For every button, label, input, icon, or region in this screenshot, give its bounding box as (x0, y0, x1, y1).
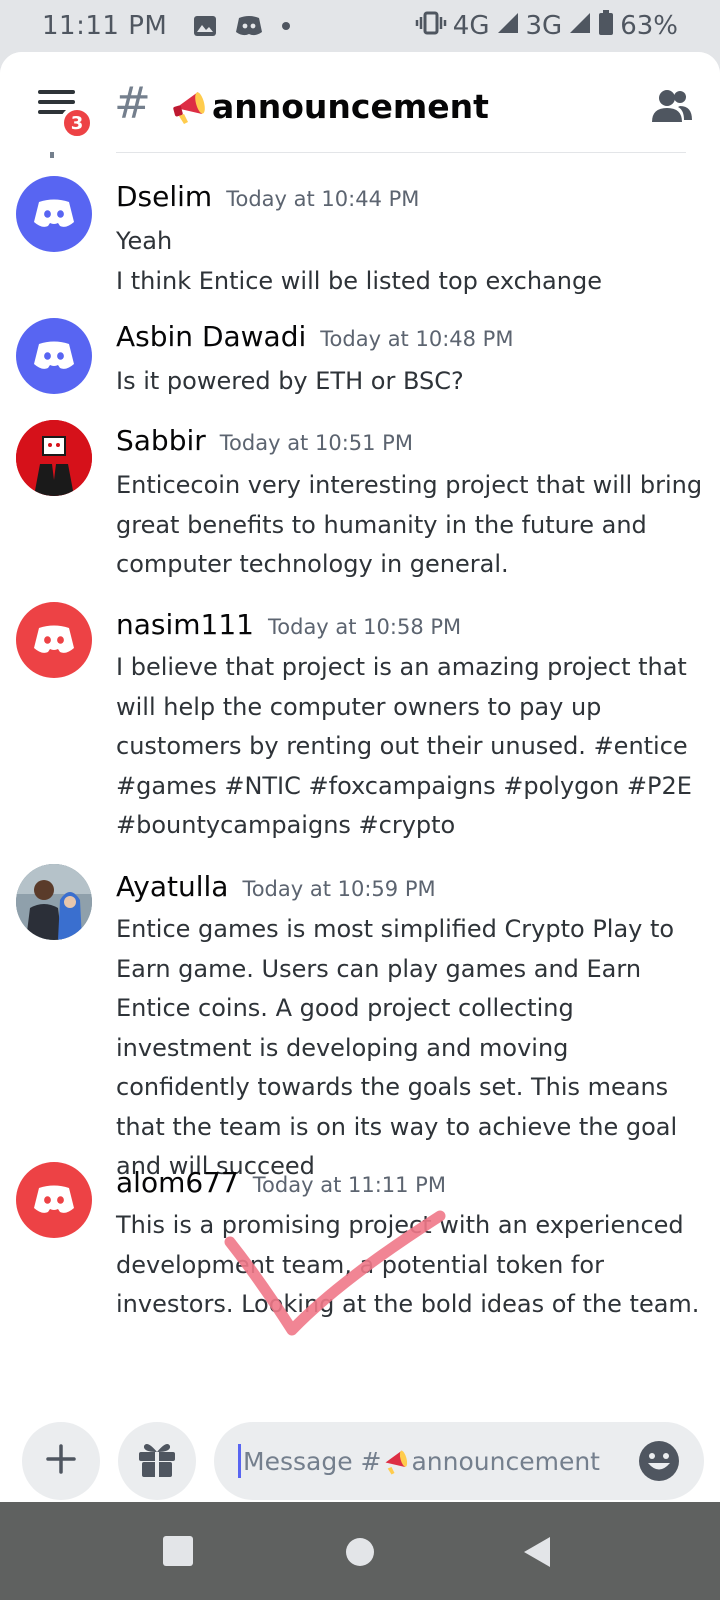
timestamp: Today at 11:11 PM (252, 1173, 446, 1197)
gift-button[interactable] (118, 1422, 196, 1500)
username[interactable]: nasim111 (116, 608, 254, 641)
message-input[interactable]: Message # announcement (214, 1422, 704, 1500)
timestamp: Today at 10:58 PM (268, 615, 462, 639)
discord-icon (34, 625, 74, 653)
placeholder-prefix: Message # (243, 1446, 382, 1476)
message-composer: Message # announcement (0, 1380, 720, 1502)
status-time: 11:11 PM (42, 11, 168, 41)
message-body: I believe that project is an amazing pro… (116, 648, 706, 846)
channel-hash-icon: # (114, 78, 151, 129)
smiley-icon (636, 1441, 682, 1488)
menu-button[interactable]: 3 (38, 90, 94, 140)
image-icon (193, 14, 217, 38)
battery-percent: 63% (620, 11, 678, 41)
message-header: alom677 Today at 11:11 PM (116, 1166, 446, 1199)
message-header: Asbin Dawadi Today at 10:48 PM (116, 320, 513, 353)
network-4g-label: 4G (452, 11, 490, 41)
status-bar: 11:11 PM 4G 3G 63% (0, 0, 720, 52)
message-header: nasim111 Today at 10:58 PM (116, 608, 461, 641)
add-attachment-button[interactable] (22, 1422, 100, 1500)
members-button[interactable] (650, 88, 694, 124)
signal-4g-icon (496, 11, 520, 42)
avatar[interactable] (16, 420, 92, 496)
megaphone-icon (381, 1446, 411, 1476)
chat-panel: 3 # announcement Dselim Today at 10:44 P… (0, 52, 720, 1502)
avatar[interactable] (16, 176, 92, 252)
discord-notification-icon (235, 14, 263, 38)
message-body: Enticecoin very interesting project that… (116, 466, 706, 585)
notification-badge: 3 (60, 106, 94, 140)
message-line: I think Entice will be listed top exchan… (116, 266, 602, 295)
dot-icon (281, 21, 291, 31)
status-right: 4G 3G 63% (415, 9, 678, 43)
network-3g-label: 3G (525, 11, 563, 41)
recents-button[interactable] (162, 1535, 196, 1569)
battery-icon (598, 9, 614, 43)
message-line: I believe that project is an amazing pro… (116, 653, 692, 839)
plus-icon (46, 1444, 76, 1478)
vibrate-icon (415, 11, 447, 42)
discord-icon (34, 199, 74, 227)
message-body: Is it powered by ETH or BSC? (116, 362, 706, 402)
timestamp: Today at 10:44 PM (226, 187, 420, 211)
username[interactable]: Asbin Dawadi (116, 320, 306, 353)
message-header: Ayatulla Today at 10:59 PM (116, 870, 436, 903)
circle-icon (346, 1538, 374, 1566)
custom-avatar-icon (16, 420, 92, 496)
message-body: This is a promising project with an expe… (116, 1206, 706, 1325)
username[interactable]: Sabbir (116, 424, 206, 457)
timestamp: Today at 10:51 PM (219, 431, 413, 455)
message-line: This is a promising project with an expe… (116, 1211, 700, 1318)
members-icon (650, 90, 694, 128)
hamburger-bar (38, 100, 75, 104)
message-body: Yeah I think Entice will be listed top e… (116, 222, 706, 301)
gift-icon (137, 1440, 177, 1482)
back-button[interactable] (520, 1535, 554, 1569)
message-line: Enticecoin very interesting project that… (116, 471, 703, 578)
home-button[interactable] (343, 1535, 377, 1569)
signal-3g-icon (568, 11, 592, 42)
system-nav-bar (0, 1502, 720, 1600)
avatar[interactable] (16, 864, 92, 940)
hamburger-icon (38, 90, 75, 94)
channel-header: 3 # announcement (0, 52, 720, 152)
username[interactable]: alom677 (116, 1166, 239, 1199)
message-line: Yeah (116, 227, 173, 255)
placeholder-channel: announcement (411, 1446, 600, 1476)
message-header: Dselim Today at 10:44 PM (116, 180, 419, 213)
timestamp: Today at 10:59 PM (242, 877, 436, 901)
timestamp: Today at 10:48 PM (320, 327, 514, 351)
message-placeholder: Message # announcement (243, 1446, 600, 1476)
discord-icon (34, 1185, 74, 1213)
avatar[interactable] (16, 1162, 92, 1238)
text-caret (238, 1444, 241, 1478)
square-icon (163, 1536, 193, 1566)
channel-title[interactable]: announcement (170, 86, 489, 126)
megaphone-icon (170, 86, 210, 126)
back-triangle-icon (524, 1537, 550, 1567)
channel-name-text: announcement (212, 86, 489, 126)
discord-icon (34, 341, 74, 369)
avatar[interactable] (16, 602, 92, 678)
message-line: Entice games is most simplified Crypto P… (116, 915, 678, 1180)
username[interactable]: Dselim (116, 180, 212, 213)
message-header: Sabbir Today at 10:51 PM (116, 424, 413, 457)
message-body: Entice games is most simplified Crypto P… (116, 910, 706, 1187)
emoji-button[interactable] (636, 1438, 682, 1484)
photo-avatar-icon (16, 864, 92, 940)
avatar[interactable] (16, 318, 92, 394)
message-line: Is it powered by ETH or BSC? (116, 367, 464, 395)
username[interactable]: Ayatulla (116, 870, 228, 903)
